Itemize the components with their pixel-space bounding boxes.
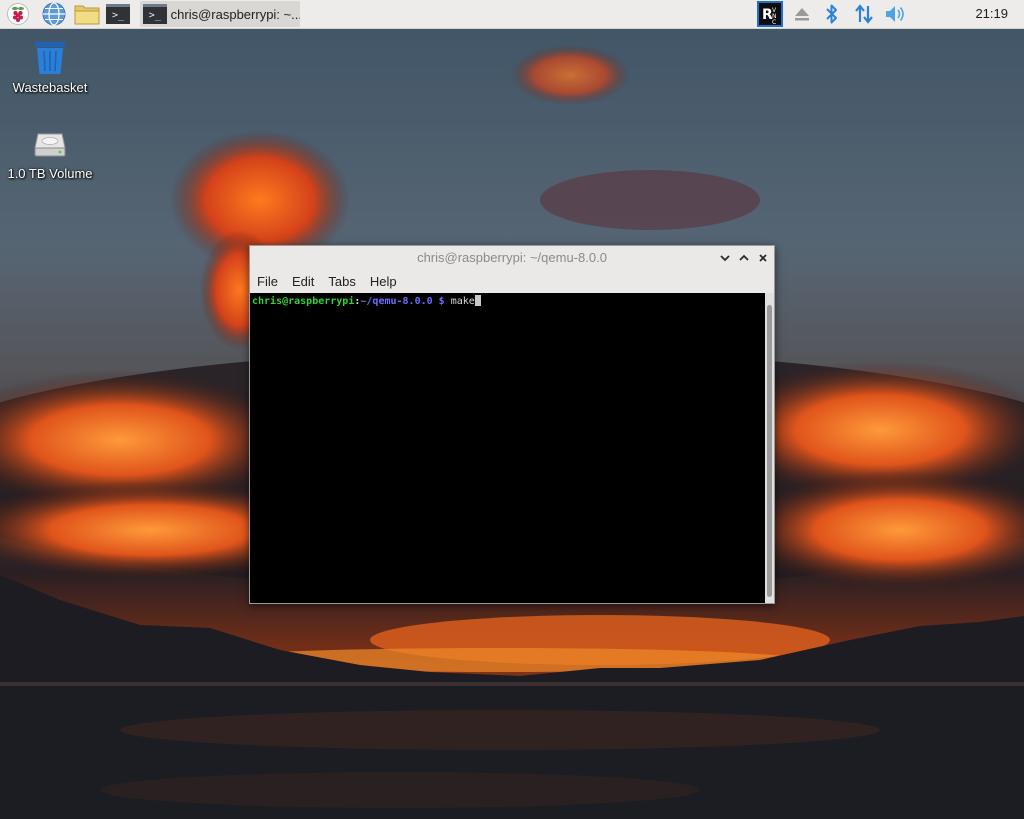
scrollbar-thumb[interactable] [767,305,772,597]
terminal-scrollbar[interactable] [765,293,774,603]
desktop-icon-wastebasket[interactable]: Wastebasket [0,40,100,95]
taskbar-task-label: chris@raspberrypi: ~... [170,6,300,22]
bluetooth-icon[interactable] [820,2,844,26]
close-button[interactable] [755,250,771,266]
close-icon [759,254,767,262]
svg-text:C: C [772,19,776,26]
prompt-path: ~/qemu-8.0.0 [360,296,433,307]
prompt-user-host: chris@raspberrypi [252,296,355,307]
prompt-command: make [450,296,475,307]
taskbar: >_ >_ chris@raspberrypi: ~... R V N C 21… [0,0,1024,29]
menu-help[interactable]: Help [363,274,404,289]
minimize-button[interactable] [717,250,733,266]
drive-icon [34,133,66,157]
window-title: chris@raspberrypi: ~/qemu-8.0.0 [417,250,607,265]
volume-icon[interactable] [884,2,908,26]
file-manager-icon[interactable] [74,2,100,26]
text-cursor [474,295,481,306]
clock[interactable]: 21:19 [975,6,1008,21]
terminal-window[interactable]: chris@raspberrypi: ~/qemu-8.0.0 File Edi… [249,245,775,604]
terminal-output[interactable]: chris@raspberrypi:~/qemu-8.0.0 $ make [250,293,765,603]
window-titlebar[interactable]: chris@raspberrypi: ~/qemu-8.0.0 [250,246,774,270]
menubar: File Edit Tabs Help [250,270,774,293]
desktop-icon-drive[interactable]: 1.0 TB Volume [0,126,100,181]
raspberry-menu-icon[interactable] [6,2,30,26]
prompt-symbol: $ [432,296,451,307]
prompt-line: chris@raspberrypi:~/qemu-8.0.0 $ make [252,295,481,308]
vnc-icon[interactable]: R V N C [756,1,784,27]
network-icon[interactable] [852,2,876,26]
eject-icon[interactable] [790,2,814,26]
desktop-icon-label: Wastebasket [12,80,88,95]
menu-file[interactable]: File [250,274,285,289]
taskbar-task-terminal[interactable]: >_ chris@raspberrypi: ~... [140,1,300,27]
terminal-icon: >_ [143,4,167,24]
desktop: >_ >_ chris@raspberrypi: ~... R V N C 21… [0,0,1024,819]
wastebasket-icon [35,42,65,74]
terminal-icon[interactable]: >_ [106,2,130,26]
maximize-button[interactable] [736,250,752,266]
desktop-icon-label: 1.0 TB Volume [7,166,93,181]
web-browser-icon[interactable] [42,2,66,26]
menu-edit[interactable]: Edit [285,274,321,289]
menu-tabs[interactable]: Tabs [321,274,362,289]
maximize-icon [739,254,749,261]
minimize-icon [720,255,730,262]
